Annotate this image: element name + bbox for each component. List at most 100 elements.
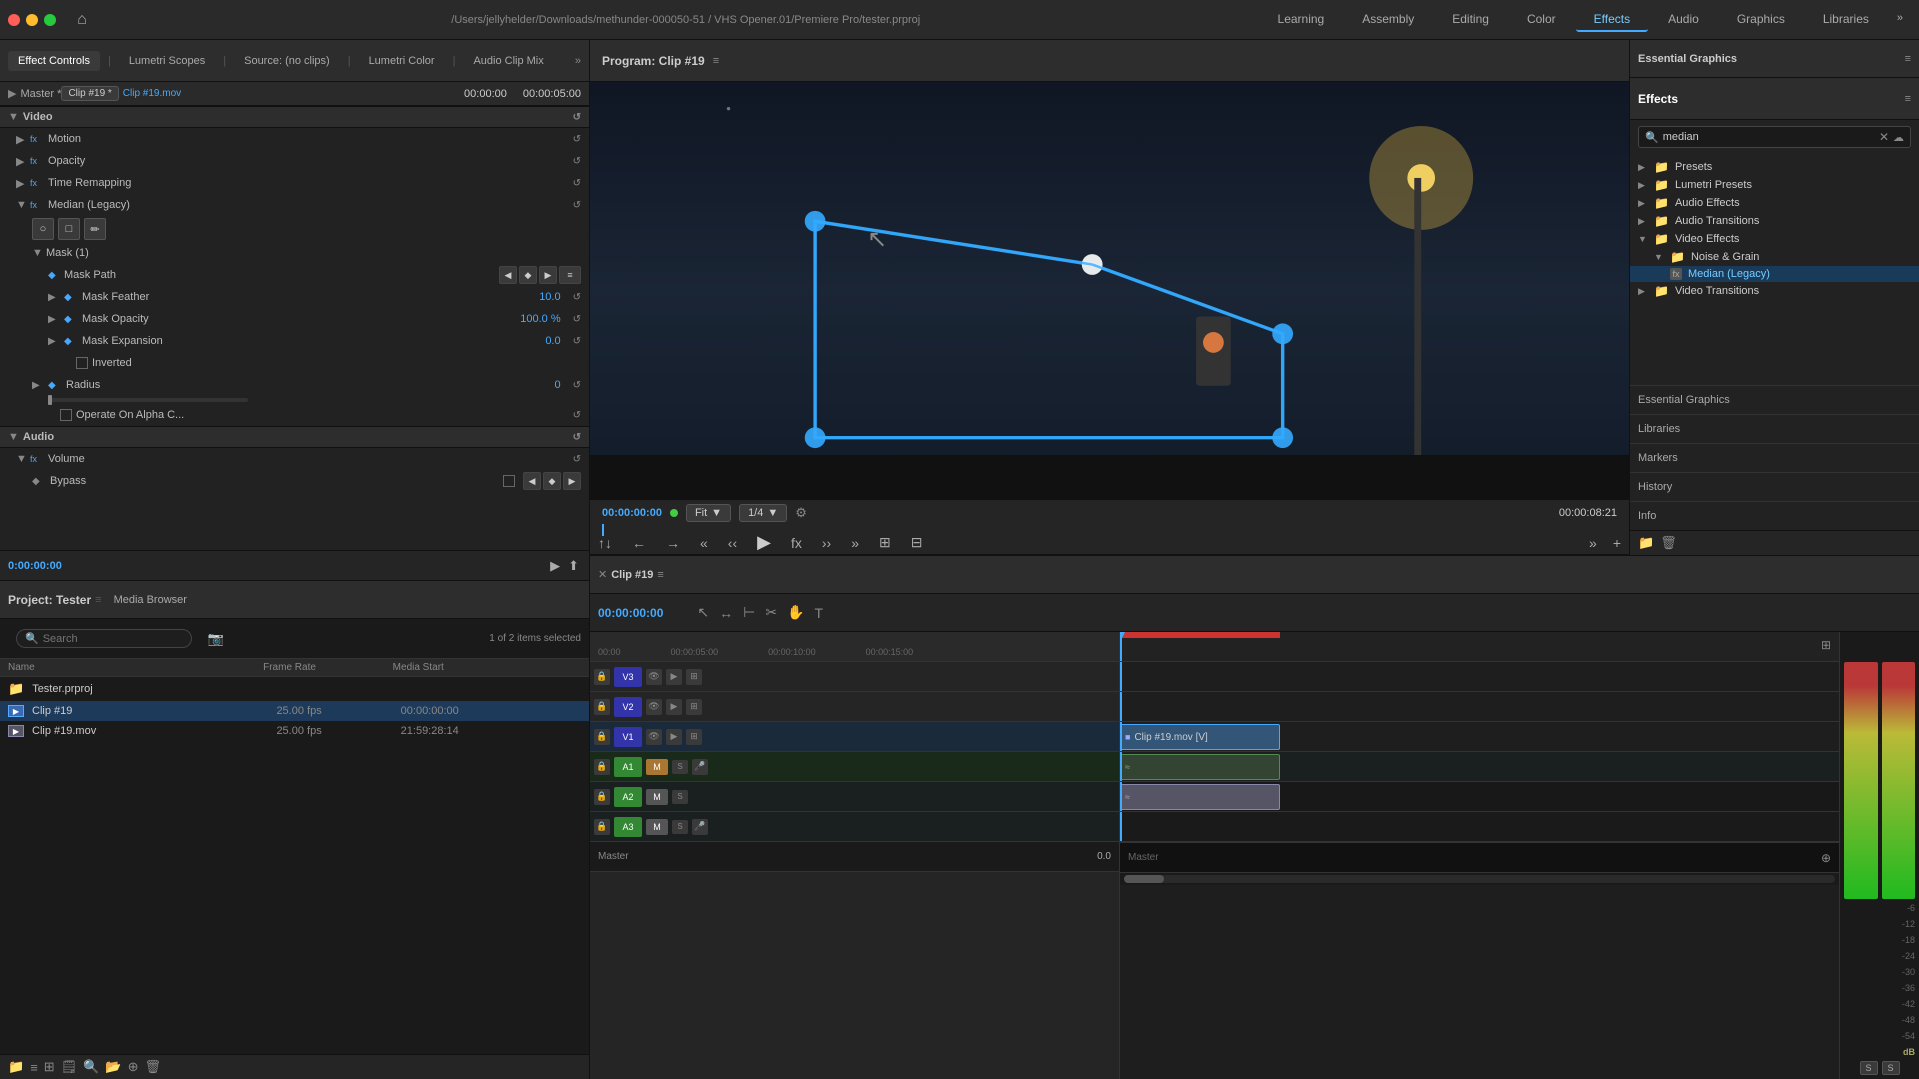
nav-tab-editing[interactable]: Editing <box>1434 8 1507 32</box>
v1-visible-btn[interactable]: 👁 <box>646 729 662 745</box>
effects-menu-btn[interactable]: ≡ <box>1905 93 1911 105</box>
effects-folder-video-transitions[interactable]: ▶ 📁 Video Transitions <box>1630 282 1919 300</box>
v2-label[interactable]: V2 <box>614 697 642 717</box>
v1-label[interactable]: V1 <box>614 727 642 747</box>
bypass-checkbox[interactable] <box>503 475 515 487</box>
bypass-prev[interactable]: ◀ <box>523 472 541 490</box>
tl-ripple-tool[interactable]: ⊢ <box>741 602 757 623</box>
operate-alpha-reset[interactable]: ↺ <box>573 410 581 421</box>
project-row-clip19mov[interactable]: ▶ Clip #19.mov 25.00 fps 21:59:28:14 <box>0 721 589 741</box>
mask-opacity-value[interactable]: 100.0 % <box>520 313 560 325</box>
tl-select-tool[interactable]: ↖ <box>695 602 711 623</box>
list-view-btn[interactable]: ≡ <box>30 1060 38 1075</box>
a1-label[interactable]: A1 <box>614 757 642 777</box>
folder-btn[interactable]: 📂 <box>105 1059 121 1075</box>
mask-opacity-reset[interactable]: ↺ <box>573 314 581 325</box>
tab-lumetri-color[interactable]: Lumetri Color <box>359 51 445 71</box>
a2-s-btn[interactable]: S <box>672 790 688 804</box>
project-row-clip19[interactable]: ▶ Clip #19 25.00 fps 00:00:00:00 <box>0 701 589 721</box>
find-btn[interactable]: 🔍 <box>83 1059 99 1075</box>
prog-more-btn[interactable]: » <box>1585 533 1601 553</box>
audio-reset[interactable]: ↺ <box>573 432 581 443</box>
essential-sound-menu[interactable]: ≡ <box>1905 53 1911 65</box>
project-row-folder[interactable]: 📁 Tester.prproj <box>0 677 589 701</box>
tc-a2-clip[interactable]: ≈ <box>1120 784 1280 810</box>
tl-hand-tool[interactable]: ✋ <box>785 602 806 623</box>
prog-add-btn[interactable]: + <box>1609 533 1625 553</box>
tl-ruler-pan[interactable]: ⊞ <box>1821 638 1831 652</box>
essential-graphics-label[interactable]: Essential Graphics <box>1638 394 1911 406</box>
tab-lumetri-scopes[interactable]: Lumetri Scopes <box>119 51 215 71</box>
col-header-name[interactable]: Name <box>8 662 259 673</box>
project-camera-icon[interactable]: 📷 <box>208 631 224 647</box>
median-reset[interactable]: ↺ <box>573 200 581 211</box>
a3-m-btn[interactable]: M <box>646 819 668 835</box>
prog-prev-btn[interactable]: « <box>696 533 712 553</box>
bypass-keyframe[interactable]: ◆ <box>543 472 561 490</box>
tab-audio-clip-mix[interactable]: Audio Clip Mix <box>463 51 553 71</box>
a2-m-btn[interactable]: M <box>646 789 668 805</box>
mask-opacity-expand[interactable]: ▶ <box>48 314 60 325</box>
prog-fx-btn[interactable]: fx <box>787 533 806 553</box>
mask-feather-value[interactable]: 10.0 <box>539 291 560 303</box>
prog-playhead-marker[interactable] <box>602 524 604 536</box>
a3-mic-btn[interactable]: 🎤 <box>692 819 708 835</box>
col-header-fps[interactable]: Frame Rate <box>263 662 389 673</box>
v2-sync-btn[interactable]: ▶ <box>666 699 682 715</box>
mask-feather-keyframe[interactable]: ◆ <box>64 292 78 303</box>
tl-scrollbar-thumb[interactable] <box>1124 875 1164 883</box>
effects-search-clear[interactable]: ✕ <box>1879 130 1889 144</box>
effects-search-cloud[interactable]: ☁ <box>1893 131 1904 144</box>
radius-value[interactable]: 0 <box>554 379 560 391</box>
prog-settings-icon[interactable]: ⚙ <box>795 505 807 521</box>
a1-s-btn[interactable]: S <box>672 760 688 774</box>
effects-folder-video-effects[interactable]: ▼ 📁 Video Effects <box>1630 230 1919 248</box>
volume-reset[interactable]: ↺ <box>573 454 581 465</box>
tl-close-icon[interactable]: ✕ <box>598 568 607 581</box>
v3-sync-btn[interactable]: ▶ <box>666 669 682 685</box>
nav-more-btn[interactable]: » <box>1889 8 1911 32</box>
tc-a1-clip[interactable]: ≈ <box>1120 754 1280 780</box>
mask-expansion-keyframe[interactable]: ◆ <box>64 336 78 347</box>
opacity-toggle[interactable]: ▶ <box>16 155 26 168</box>
libraries-label[interactable]: Libraries <box>1638 423 1911 435</box>
meter-s-left[interactable]: S <box>1860 1061 1878 1075</box>
mask-path-keyframe[interactable]: ◆ <box>48 270 60 281</box>
nav-tab-graphics[interactable]: Graphics <box>1719 8 1803 32</box>
a1-mic-btn[interactable]: 🎤 <box>692 759 708 775</box>
transport-play[interactable]: ▶ <box>548 556 562 576</box>
effects-folder-presets[interactable]: ▶ 📁 Presets <box>1630 158 1919 176</box>
v3-visible-btn[interactable]: 👁 <box>646 669 662 685</box>
mask-path-add[interactable]: ◆ <box>519 266 537 284</box>
prog-step-back-btn[interactable]: ‹‹ <box>724 533 741 553</box>
panel-menu-btn[interactable]: » <box>575 55 581 67</box>
mask-feather-expand[interactable]: ▶ <box>48 292 60 303</box>
nav-tab-learning[interactable]: Learning <box>1260 8 1343 32</box>
effects-folder-audio-effects[interactable]: ▶ 📁 Audio Effects <box>1630 194 1919 212</box>
motion-reset[interactable]: ↺ <box>573 134 581 145</box>
delete-btn[interactable]: 🗑 <box>144 1059 161 1075</box>
effects-subfolder-noise-grain[interactable]: ▼ 📁 Noise & Grain <box>1630 248 1919 266</box>
tl-text-tool[interactable]: T <box>813 603 826 623</box>
radius-slider[interactable] <box>48 398 248 402</box>
mask-path-prev[interactable]: ◀ <box>499 266 517 284</box>
video-reset[interactable]: ↺ <box>573 112 581 123</box>
v3-label[interactable]: V3 <box>614 667 642 687</box>
v2-settings-btn[interactable]: ⊞ <box>686 699 702 715</box>
mask-path-next[interactable]: ▶ <box>539 266 557 284</box>
a2-lock-btn[interactable]: 🔒 <box>594 789 610 805</box>
v3-lock-btn[interactable]: 🔒 <box>594 669 610 685</box>
bypass-next[interactable]: ▶ <box>563 472 581 490</box>
v3-settings-btn[interactable]: ⊞ <box>686 669 702 685</box>
v2-visible-btn[interactable]: 👁 <box>646 699 662 715</box>
program-menu-btn[interactable]: ≡ <box>713 55 719 67</box>
col-header-start[interactable]: Media Start <box>393 662 581 673</box>
tab-effect-controls[interactable]: Effect Controls <box>8 51 100 71</box>
timeline-menu-btn[interactable]: ≡ <box>657 569 663 581</box>
effects-search-input[interactable] <box>1663 131 1875 143</box>
v2-lock-btn[interactable]: 🔒 <box>594 699 610 715</box>
nav-tab-assembly[interactable]: Assembly <box>1344 8 1432 32</box>
tl-razor-tool[interactable]: ✂ <box>763 602 779 623</box>
v1-settings-btn[interactable]: ⊞ <box>686 729 702 745</box>
meter-s-right[interactable]: S <box>1882 1061 1900 1075</box>
